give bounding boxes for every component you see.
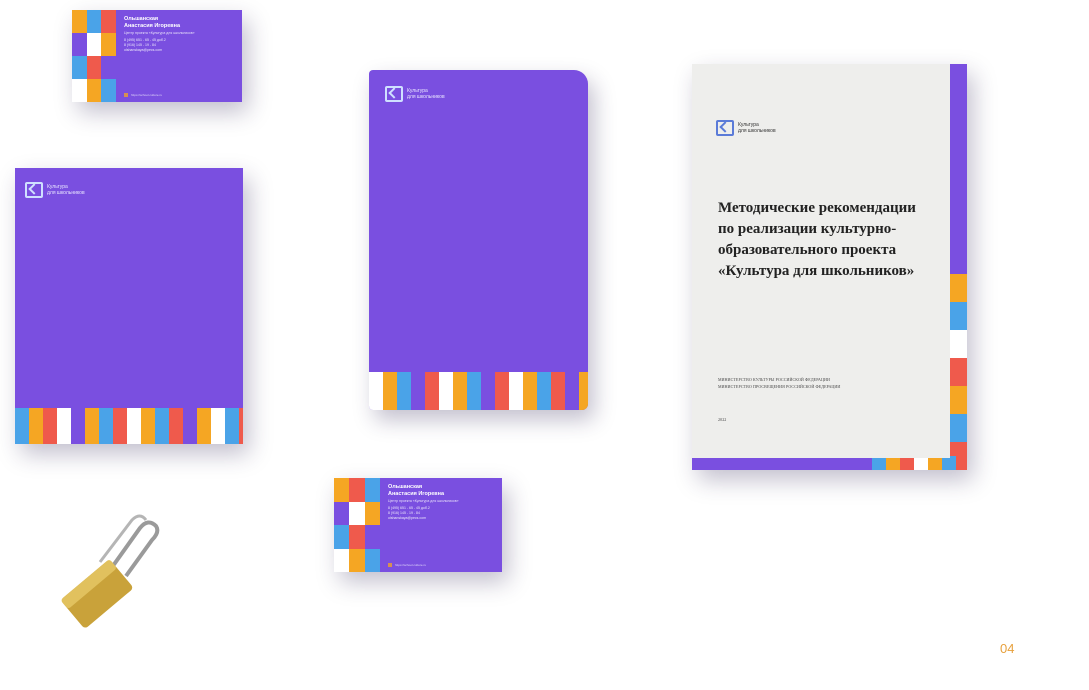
business-card-top: Ольшанская Анастасия Игоревна Центр прое…	[72, 10, 242, 102]
document-title: Методические рекомендации по реализации …	[718, 198, 946, 282]
binder-clip-icon	[61, 514, 160, 628]
card-phone: 8 (495) 651 - 65 - 45 доб.2	[388, 506, 430, 510]
document-cover: Культура для школьников Методические рек…	[692, 64, 950, 458]
card-role: Центр проекта «Культура для школьников»	[388, 499, 459, 503]
folder-left: Культура для школьников	[15, 168, 243, 444]
square-icon	[388, 563, 392, 567]
card-pattern	[72, 10, 116, 102]
document-title-line2: по реализации культурно-	[718, 221, 897, 237]
logo-icon	[385, 86, 403, 102]
logo: Культура для школьников	[25, 182, 85, 198]
pattern-band-bottom	[872, 456, 967, 470]
pattern-band	[15, 408, 243, 444]
card-name-line2: Анастасия Игоревна	[388, 491, 445, 497]
card-name-line1: Ольшанская	[388, 484, 423, 490]
card-site: https://school.culture.ru	[395, 563, 427, 567]
pattern-band	[369, 372, 588, 410]
card-email: olshanskaya@pecs.com	[388, 516, 426, 520]
card-footer: https://school.culture.ru	[388, 563, 426, 567]
card-phone: 8 (495) 651 - 65 - 45 доб.2	[124, 38, 166, 42]
ministry-culture: МИНИСТЕРСТВО КУЛЬТУРЫ РОССИЙСКОЙ ФЕДЕРАЦ…	[718, 377, 830, 382]
logo-line2: для школьников	[47, 190, 85, 196]
business-card-bottom: Ольшанская Анастасия Игоревна Центр прое…	[334, 478, 502, 572]
card-phone2: 8 (916) 145 - 19 - 84	[388, 511, 420, 515]
document-title-line3: образовательного проекта	[718, 242, 897, 258]
card-site: https://school.culture.ru	[131, 93, 163, 97]
logo: Культура для школьников	[385, 86, 445, 102]
document-title-line4: «Культура для школьников»	[718, 263, 915, 279]
logo: Культура для школьников	[716, 120, 776, 136]
logo-line2: для школьников	[407, 94, 445, 100]
ministries: МИНИСТЕРСТВО КУЛЬТУРЫ РОССИЙСКОЙ ФЕДЕРАЦ…	[718, 376, 938, 390]
card-body: Ольшанская Анастасия Игоревна Центр прое…	[116, 10, 242, 102]
notebook: Культура для школьников	[369, 70, 588, 410]
card-pattern	[334, 478, 380, 572]
pattern-band-side	[950, 274, 967, 470]
card-name-line2: Анастасия Игоревна	[124, 23, 181, 29]
card-body: Ольшанская Анастасия Игоревна Центр прое…	[380, 478, 502, 572]
document-title-line1: Методические рекомендации	[718, 200, 916, 216]
logo-icon	[716, 120, 734, 136]
card-footer: https://school.culture.ru	[124, 93, 162, 97]
card-role: Центр проекта «Культура для школьников»	[124, 31, 195, 35]
square-icon	[124, 93, 128, 97]
card-phone2: 8 (916) 145 - 19 - 84	[124, 43, 156, 47]
logo-icon	[25, 182, 43, 198]
card-email: olshanskaya@pecs.com	[124, 48, 162, 52]
ministry-education: МИНИСТЕРСТВО ПРОСВЕЩЕНИЯ РОССИЙСКОЙ ФЕДЕ…	[718, 384, 841, 389]
logo-line2: для школьников	[738, 128, 776, 134]
page-number: 04	[1000, 641, 1015, 656]
card-name-line1: Ольшанская	[124, 16, 159, 22]
document-year: 2022	[718, 417, 727, 422]
